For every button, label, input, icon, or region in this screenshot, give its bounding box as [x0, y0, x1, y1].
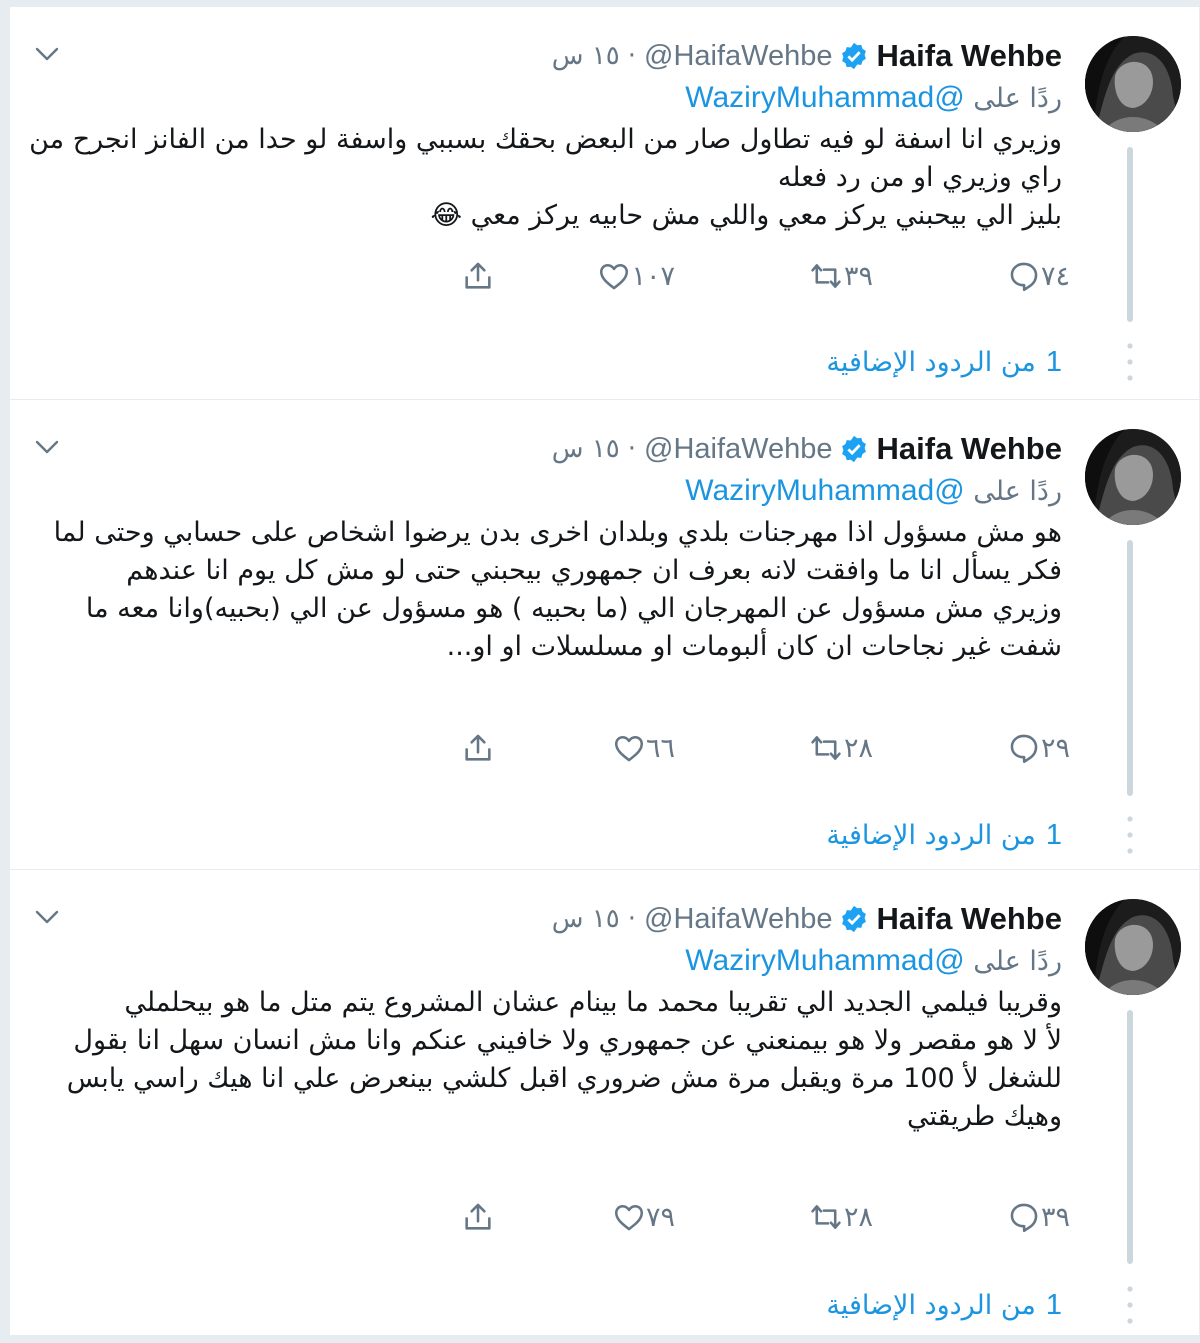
- heart-icon: [614, 735, 644, 762]
- retweet-icon: [811, 736, 841, 760]
- display-name[interactable]: Haifa Wehbe: [877, 901, 1062, 937]
- separator-dot: ·: [627, 41, 637, 71]
- display-name[interactable]: Haifa Wehbe: [877, 38, 1062, 74]
- retweet-count: ٢٨: [843, 732, 873, 764]
- thread-line: [1127, 147, 1133, 322]
- like-count: ٧٩: [645, 1201, 675, 1233]
- tweet-text: هو مش مسؤول اذا مهرجنات بلدي وبلدان اخرى…: [53, 517, 1062, 662]
- retweet-button[interactable]: ٢٨: [808, 1192, 883, 1242]
- reply-count: ٣٩: [1040, 1201, 1070, 1233]
- retweet-button[interactable]: ٢٨: [808, 723, 883, 773]
- chevron-down-icon[interactable]: [30, 430, 64, 464]
- chevron-down-icon[interactable]: [30, 37, 64, 71]
- tweet[interactable]: Haifa Wehbe @HaifaWehbe · ١٥ س ردًا على …: [10, 400, 1199, 870]
- reply-mention-link[interactable]: @WaziryMuhammad: [685, 944, 964, 977]
- share-button[interactable]: [461, 1192, 495, 1242]
- more-replies-count: 1: [1045, 818, 1062, 851]
- thread-line: [1127, 540, 1133, 796]
- show-more-replies-link[interactable]: 1 من الردود الإضافية: [826, 1283, 1062, 1327]
- reply-button[interactable]: ٣٩: [1007, 1192, 1080, 1242]
- tweet[interactable]: Haifa Wehbe @HaifaWehbe · ١٥ س ردًا على …: [10, 7, 1199, 400]
- tweet-header: Haifa Wehbe @HaifaWehbe · ١٥ س: [552, 428, 1062, 470]
- separator-dot: ·: [627, 434, 637, 464]
- display-name[interactable]: Haifa Wehbe: [877, 431, 1062, 467]
- vertical-dots-icon: [1127, 343, 1133, 381]
- more-replies-label: من الردود الإضافية: [826, 1289, 1036, 1321]
- reply-count: ٧٤: [1040, 260, 1070, 292]
- share-icon: [465, 262, 491, 289]
- retweet-button[interactable]: ٣٩: [808, 251, 883, 301]
- thread-line: [1127, 1010, 1133, 1264]
- reply-button[interactable]: ٧٤: [1007, 251, 1080, 301]
- verified-badge-icon: [841, 905, 866, 933]
- more-replies-count: 1: [1045, 1288, 1062, 1321]
- tweet-actions: ٧٤ ٣٩ ١٠٧: [420, 251, 1080, 301]
- retweet-icon: [811, 1205, 841, 1229]
- reply-context: ردًا على @WaziryMuhammad: [685, 944, 1062, 984]
- tweet-text: وقريبا فيلمي الجديد الي تقريبا محمد ما ب…: [66, 987, 1062, 1132]
- vertical-dots-icon: [1127, 1286, 1133, 1324]
- verified-badge-icon: [841, 42, 866, 70]
- heart-icon: [600, 263, 629, 290]
- reply-mention-link[interactable]: @WaziryMuhammad: [685, 474, 964, 507]
- timeline: Haifa Wehbe @HaifaWehbe · ١٥ س ردًا على …: [9, 7, 1200, 1336]
- reply-prefix: ردًا على: [973, 946, 1062, 977]
- separator-dot: ·: [627, 904, 637, 934]
- retweet-icon: [811, 264, 841, 288]
- show-more-replies-link[interactable]: 1 من الردود الإضافية: [826, 813, 1062, 857]
- reply-icon: [1010, 734, 1038, 764]
- tweet-actions: ٢٩ ٢٨ ٦٦: [420, 723, 1080, 773]
- like-button[interactable]: ١٠٧: [597, 251, 685, 301]
- retweet-count: ٣٩: [843, 260, 873, 292]
- vertical-dots-icon: [1127, 816, 1133, 854]
- reply-icon: [1010, 1203, 1038, 1233]
- user-handle[interactable]: @HaifaWehbe: [644, 433, 833, 466]
- retweet-count: ٢٨: [843, 1201, 873, 1233]
- tweet-header: Haifa Wehbe @HaifaWehbe · ١٥ س: [552, 898, 1062, 940]
- like-count: ١٠٧: [631, 260, 675, 292]
- tweet-actions: ٣٩ ٢٨ ٧٩: [420, 1192, 1080, 1242]
- reply-prefix: ردًا على: [973, 83, 1062, 114]
- chevron-down-icon[interactable]: [30, 900, 64, 934]
- reply-icon: [1010, 262, 1038, 292]
- reply-context: ردًا على @WaziryMuhammad: [685, 474, 1062, 514]
- reply-prefix: ردًا على: [973, 476, 1062, 507]
- share-icon: [465, 1203, 491, 1230]
- reply-button[interactable]: ٢٩: [1007, 723, 1080, 773]
- reply-count: ٢٩: [1040, 732, 1070, 764]
- like-button[interactable]: ٧٩: [612, 1192, 685, 1242]
- show-more-replies-link[interactable]: 1 من الردود الإضافية: [826, 340, 1062, 384]
- more-replies-label: من الردود الإضافية: [826, 346, 1036, 378]
- share-button[interactable]: [461, 251, 495, 301]
- share-icon: [465, 734, 491, 761]
- heart-icon: [614, 1204, 644, 1231]
- verified-badge-icon: [841, 435, 866, 463]
- timestamp[interactable]: ١٥ س: [552, 434, 620, 464]
- timestamp[interactable]: ١٥ س: [552, 41, 620, 71]
- avatar[interactable]: [1085, 899, 1181, 995]
- tweet[interactable]: Haifa Wehbe @HaifaWehbe · ١٥ س ردًا على …: [10, 870, 1199, 1336]
- like-count: ٦٦: [645, 732, 675, 764]
- tweet-header: Haifa Wehbe @HaifaWehbe · ١٥ س: [552, 35, 1062, 77]
- like-button[interactable]: ٦٦: [612, 723, 685, 773]
- avatar[interactable]: [1085, 36, 1181, 132]
- reply-mention-link[interactable]: @WaziryMuhammad: [685, 81, 964, 114]
- more-replies-label: من الردود الإضافية: [826, 819, 1036, 851]
- timestamp[interactable]: ١٥ س: [552, 904, 620, 934]
- reply-context: ردًا على @WaziryMuhammad: [685, 81, 1062, 121]
- share-button[interactable]: [461, 723, 495, 773]
- user-handle[interactable]: @HaifaWehbe: [644, 903, 833, 936]
- avatar[interactable]: [1085, 429, 1181, 525]
- tweet-text: وزيري انا اسفة لو فيه تطاول صار من البعض…: [29, 124, 1062, 231]
- user-handle[interactable]: @HaifaWehbe: [644, 40, 833, 73]
- more-replies-count: 1: [1045, 345, 1062, 378]
